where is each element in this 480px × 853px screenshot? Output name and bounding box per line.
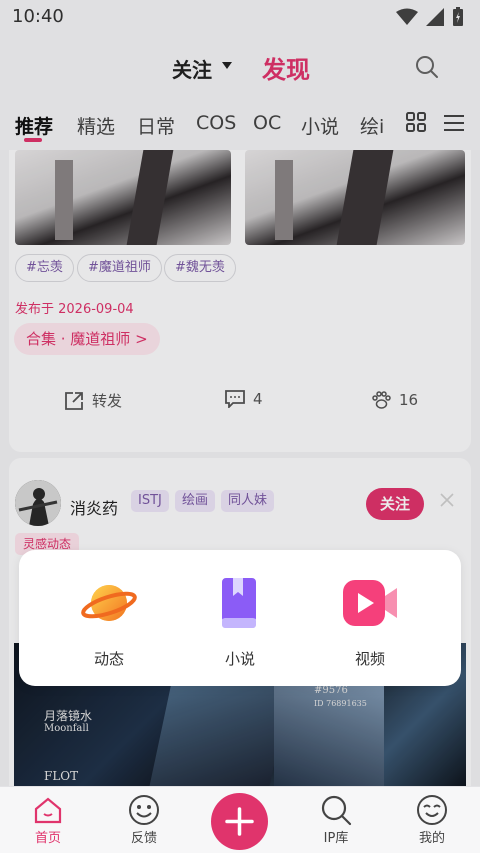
dim-overlay[interactable]	[0, 0, 480, 853]
create-novel-option[interactable]: 小说	[195, 574, 285, 669]
video-icon	[343, 580, 397, 626]
home-icon	[34, 797, 62, 824]
create-video-option[interactable]: 视频	[325, 574, 415, 669]
feedback-smiley-icon	[129, 795, 159, 825]
nav-ip-library-label: IP库	[323, 831, 349, 846]
nav-profile-label: 我的	[418, 831, 445, 846]
nav-home[interactable]: 首页	[13, 793, 83, 846]
profile-smiley-icon	[417, 795, 447, 825]
create-moment-label: 动态	[93, 650, 124, 668]
nav-home-label: 首页	[34, 831, 61, 846]
create-video-label: 视频	[354, 650, 385, 668]
book-icon	[222, 578, 256, 628]
nav-ip-library[interactable]: IP库	[301, 793, 371, 846]
plus-icon	[225, 807, 254, 836]
create-post-popup: 动态 小说 视频	[19, 550, 461, 686]
create-novel-label: 小说	[224, 650, 255, 668]
planet-icon	[81, 585, 137, 621]
create-post-button[interactable]	[211, 793, 268, 850]
nav-feedback-label: 反馈	[130, 831, 157, 846]
create-moment-option[interactable]: 动态	[64, 574, 154, 669]
nav-profile[interactable]: 我的	[397, 793, 467, 846]
nav-feedback[interactable]: 反馈	[109, 793, 179, 846]
search-icon	[321, 795, 352, 826]
